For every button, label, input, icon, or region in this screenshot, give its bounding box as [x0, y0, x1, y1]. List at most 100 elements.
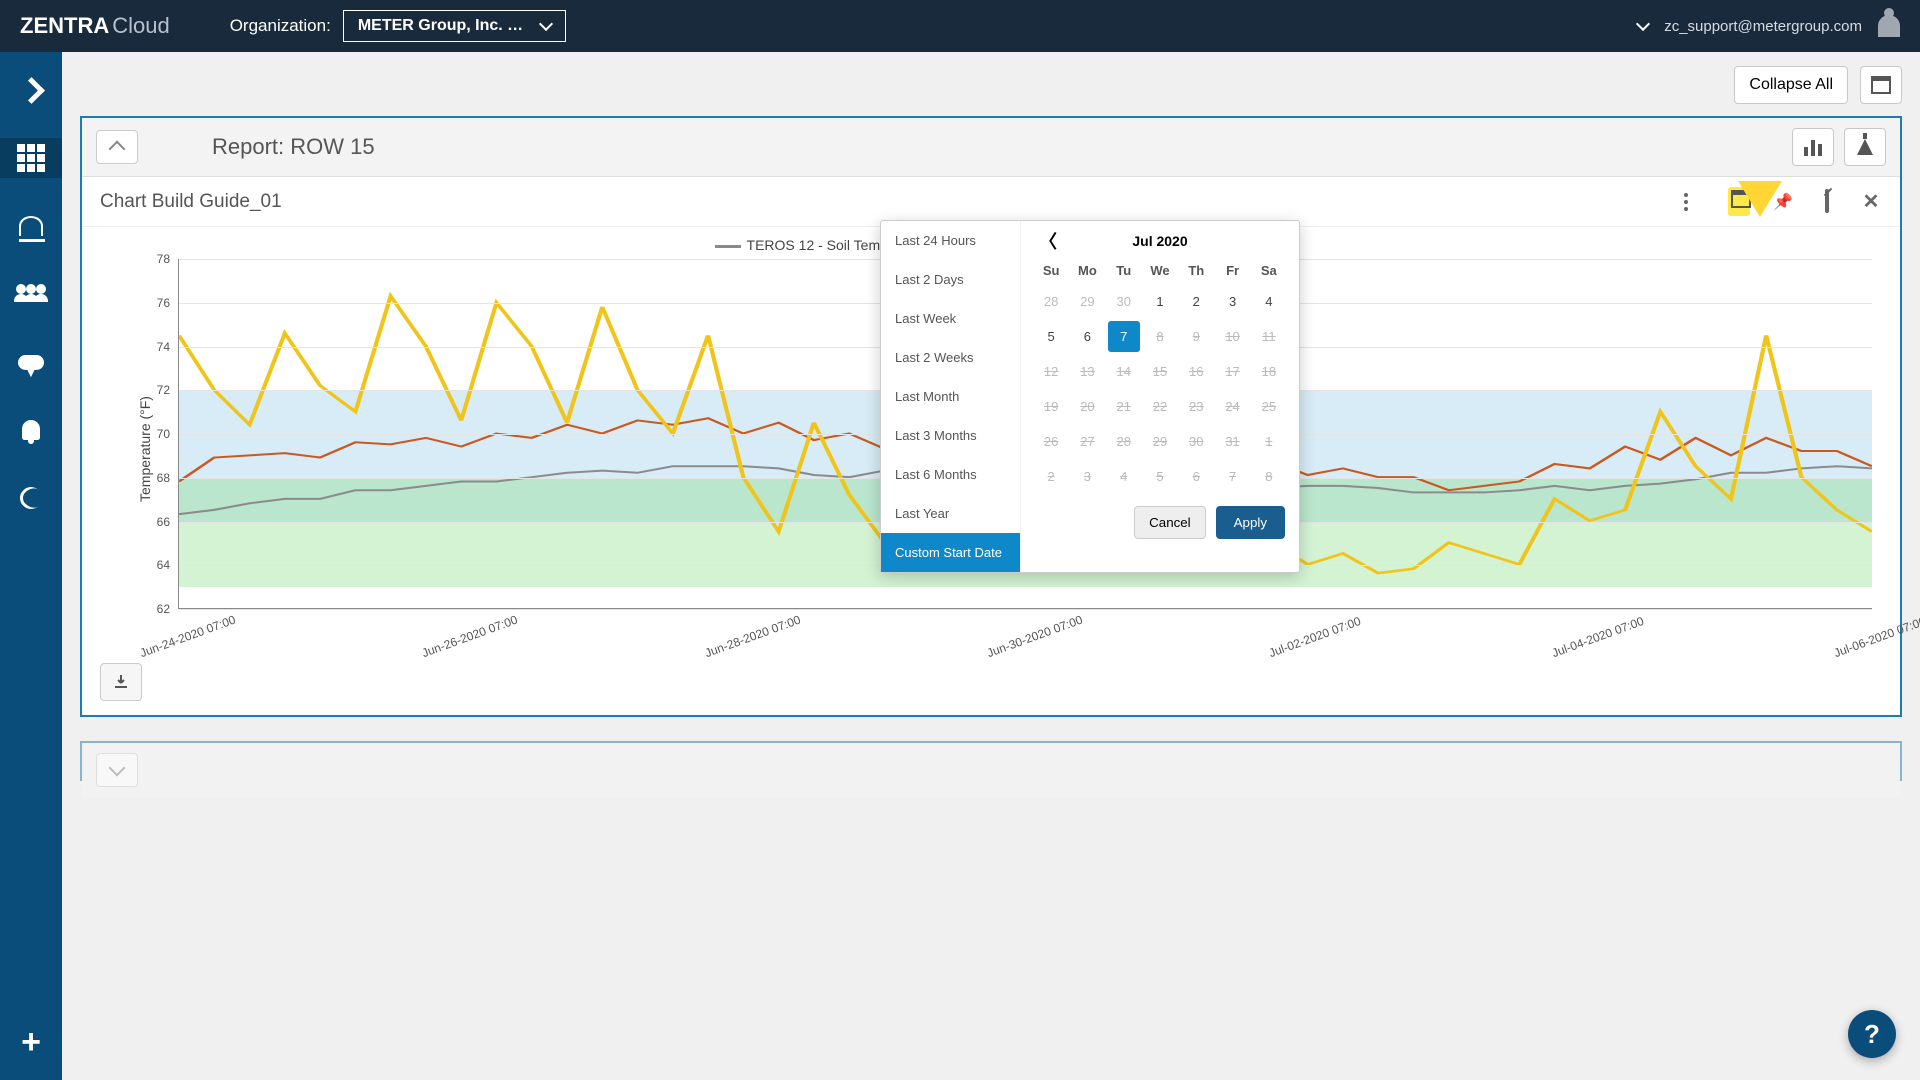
chart-edit-button[interactable]: [1816, 191, 1838, 212]
collapse-all-label: Collapse All: [1749, 76, 1833, 94]
bell-icon: [22, 420, 40, 440]
vertical-dots-icon: [1684, 193, 1706, 211]
date-range-option[interactable]: Last 24 Hours: [881, 221, 1020, 260]
calendar-day: 6: [1180, 461, 1212, 492]
chevron-up-icon: [109, 141, 126, 158]
chevron-down-icon: [1636, 17, 1650, 31]
y-tick: 70: [157, 427, 170, 441]
calendar-day: 23: [1180, 391, 1212, 422]
calendar-day: 27: [1071, 426, 1103, 457]
calendar-day: 31: [1216, 426, 1248, 457]
calendar-dow: Mo: [1071, 259, 1103, 282]
date-range-option[interactable]: Last Year: [881, 494, 1020, 533]
chart-more-button[interactable]: [1684, 193, 1706, 211]
sidebar-devices[interactable]: [0, 206, 62, 246]
calendar-dow: Su: [1035, 259, 1067, 282]
y-tick: 74: [157, 340, 170, 354]
calendar-top-button[interactable]: [1860, 66, 1902, 104]
panel-collapse-button[interactable]: [96, 130, 138, 164]
sidebar-downloads[interactable]: [0, 342, 62, 382]
user-menu[interactable]: zc_support@metergroup.com: [1638, 15, 1900, 37]
calendar-day: 8: [1144, 321, 1176, 352]
chart-type-button[interactable]: [1792, 128, 1834, 166]
y-tick: 68: [157, 471, 170, 485]
edit-icon: [1825, 189, 1829, 213]
calendar-day: 9: [1180, 321, 1212, 352]
calendar-dow: Fr: [1216, 259, 1248, 282]
x-tick: Jun-30-2020 07:00: [985, 613, 1084, 661]
calendar-dow: Sa: [1253, 259, 1285, 282]
calendar-day[interactable]: 28: [1035, 286, 1067, 317]
y-tick: 62: [157, 602, 170, 616]
sidebar-add[interactable]: +: [0, 1022, 62, 1062]
brand-main: ZENTRA: [20, 13, 109, 38]
antenna-icon: [19, 216, 43, 236]
brand-logo: ZENTRACloud: [20, 13, 170, 39]
help-button[interactable]: ?: [1848, 1010, 1896, 1058]
sidebar-users[interactable]: [0, 274, 62, 314]
x-tick: Jun-24-2020 07:00: [138, 613, 237, 661]
calendar-day: 11: [1253, 321, 1285, 352]
calendar-day: 3: [1071, 461, 1103, 492]
user-email: zc_support@metergroup.com: [1664, 18, 1862, 35]
x-tick: Jul-02-2020 07:00: [1267, 614, 1363, 660]
panel-collapse-button[interactable]: [96, 753, 138, 787]
calendar-day: 22: [1144, 391, 1176, 422]
calendar-day: 10: [1216, 321, 1248, 352]
calendar-day: 29: [1144, 426, 1176, 457]
date-range-option[interactable]: Last 2 Weeks: [881, 338, 1020, 377]
calendar-day: 18: [1253, 356, 1285, 387]
top-actions: Collapse All: [80, 66, 1902, 104]
calendar-grid: SuMoTuWeThFrSa28293012345678910111213141…: [1035, 259, 1285, 492]
lab-button[interactable]: [1844, 128, 1886, 166]
calendar-dow: Th: [1180, 259, 1212, 282]
calendar-icon: [1871, 76, 1891, 94]
user-icon: [1878, 15, 1900, 37]
date-range-option[interactable]: Last 6 Months: [881, 455, 1020, 494]
calendar-cancel-button[interactable]: Cancel: [1134, 506, 1206, 539]
date-range-presets: Last 24 HoursLast 2 DaysLast WeekLast 2 …: [881, 221, 1021, 572]
calendar-day[interactable]: 29: [1071, 286, 1103, 317]
date-range-option[interactable]: Last Week: [881, 299, 1020, 338]
calendar-day[interactable]: 4: [1253, 286, 1285, 317]
calendar-day[interactable]: 2: [1180, 286, 1212, 317]
brand-sub: Cloud: [112, 13, 169, 38]
x-tick: Jul-04-2020 07:00: [1550, 614, 1646, 660]
calendar-day: 2: [1035, 461, 1067, 492]
sidebar-settings[interactable]: [0, 478, 62, 518]
calendar-month-label: Jul 2020: [1132, 233, 1187, 249]
calendar-day: 14: [1108, 356, 1140, 387]
calendar-apply-button[interactable]: Apply: [1216, 506, 1285, 539]
calendar-day: 26: [1035, 426, 1067, 457]
calendar-day[interactable]: 3: [1216, 286, 1248, 317]
y-axis: 626466687072747678: [126, 259, 176, 609]
app-header: ZENTRACloud Organization: METER Group, I…: [0, 0, 1920, 52]
sidebar-expand[interactable]: [0, 70, 62, 110]
plus-icon: +: [21, 1023, 41, 1062]
calendar-day: 13: [1071, 356, 1103, 387]
calendar-day: 28: [1108, 426, 1140, 457]
collapse-all-button[interactable]: Collapse All: [1734, 66, 1848, 104]
date-range-option[interactable]: Last Month: [881, 377, 1020, 416]
sidebar-alerts[interactable]: [0, 410, 62, 450]
calendar-day[interactable]: 5: [1035, 321, 1067, 352]
calendar-day[interactable]: 1: [1144, 286, 1176, 317]
calendar-day: 20: [1071, 391, 1103, 422]
calendar-day[interactable]: 6: [1071, 321, 1103, 352]
date-range-option[interactable]: Custom Start Date: [881, 533, 1020, 572]
calendar-prev-button[interactable]: 〈: [1039, 228, 1057, 254]
calendar-day: 4: [1108, 461, 1140, 492]
calendar-day[interactable]: 30: [1108, 286, 1140, 317]
calendar-day: 25: [1253, 391, 1285, 422]
chevron-down-icon: [109, 760, 126, 777]
sidebar-dashboard[interactable]: [0, 138, 62, 178]
date-range-option[interactable]: Last 2 Days: [881, 260, 1020, 299]
chart-close-button[interactable]: ✕: [1860, 189, 1882, 214]
download-button[interactable]: [100, 663, 142, 701]
org-selector[interactable]: METER Group, Inc. …: [343, 10, 566, 42]
users-icon: [16, 284, 46, 304]
date-range-option[interactable]: Last 3 Months: [881, 416, 1020, 455]
calendar-day[interactable]: 7: [1108, 321, 1140, 352]
y-tick: 78: [157, 252, 170, 266]
flask-icon: [1857, 139, 1873, 155]
